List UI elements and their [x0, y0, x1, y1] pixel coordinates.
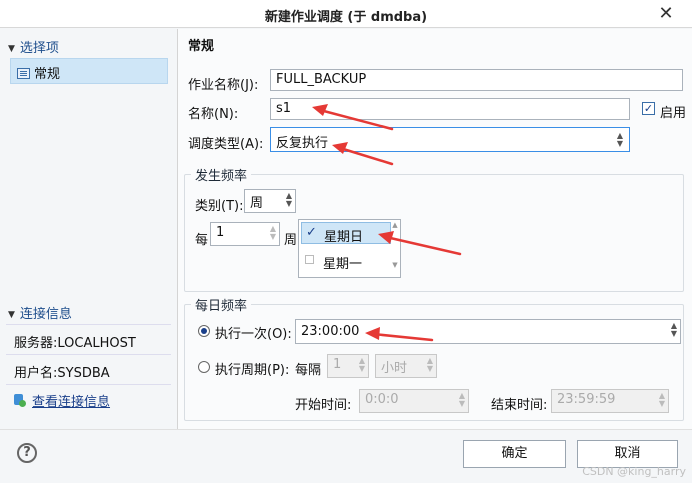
job-name-label: 作业名称(J):: [188, 78, 259, 93]
interval-input[interactable]: 1 ▲ ▼: [327, 354, 369, 378]
daily-frequency-group: 每日频率 执行一次(O): 23:00:00 ▲ ▼ 执行周期(P): 每隔 1 …: [184, 295, 684, 421]
view-connection-row[interactable]: 查看连接信息: [14, 391, 110, 410]
collapse-icon[interactable]: ▼: [8, 310, 15, 320]
period-label: 执行周期(P):: [215, 363, 290, 378]
once-label: 执行一次(O):: [215, 327, 292, 342]
divider: [6, 384, 171, 385]
spinner-icon[interactable]: ▲ ▼: [671, 322, 677, 338]
schedule-type-value: 反复执行: [276, 136, 329, 151]
spinner-icon[interactable]: ▲ ▼: [286, 192, 292, 208]
sidebar-item-general[interactable]: 常规: [10, 58, 168, 84]
collapse-icon[interactable]: ▼: [8, 44, 15, 54]
options-header-label: 选择项: [19, 41, 59, 56]
start-time-input[interactable]: 0:0:0 ▲ ▼: [359, 389, 469, 413]
end-time-value: 23:59:59: [557, 392, 616, 407]
database-icon: [14, 394, 26, 408]
sidebar-item-label: 常规: [34, 67, 61, 82]
every-input[interactable]: 1 ▲ ▼: [210, 222, 280, 246]
end-time-label: 结束时间:: [491, 398, 548, 413]
divider: [6, 324, 171, 325]
window-title: 新建作业调度 (于 dmdba): [264, 10, 428, 25]
enable-checkbox[interactable]: ✓: [642, 102, 655, 115]
weekday-label: 星期一: [323, 257, 363, 272]
checkmark-icon: ✓: [643, 102, 654, 115]
once-time-value: 23:00:00: [301, 324, 360, 339]
weekday-list[interactable]: ✓ 星期日 星期一 ▲ ▼: [298, 219, 401, 278]
daily-frequency-group-title: 每日频率: [191, 295, 252, 314]
section-title: 常规: [188, 39, 215, 54]
user-info: 用户名:SYSDBA: [14, 366, 110, 381]
name-label: 名称(N):: [188, 107, 239, 122]
spinner-icon[interactable]: ▲ ▼: [659, 392, 665, 408]
title-bar: 新建作业调度 (于 dmdba) ✕: [0, 0, 692, 28]
end-time-input[interactable]: 23:59:59 ▲ ▼: [551, 389, 669, 413]
spinner-icon[interactable]: ▲ ▼: [359, 357, 365, 373]
start-time-label: 开始时间:: [295, 398, 352, 413]
checkbox[interactable]: [305, 255, 314, 264]
list-item[interactable]: 星期一: [301, 250, 391, 272]
job-name-input[interactable]: FULL_BACKUP: [270, 69, 683, 91]
frequency-group: 发生频率 类别(T): 周 ▲ ▼ 每 1 ▲ ▼ 周 ✓ 星期日 星期一 ▲ ▼: [184, 165, 684, 292]
help-icon[interactable]: ?: [17, 443, 37, 463]
period-radio[interactable]: [198, 361, 210, 373]
checkmark-icon[interactable]: ✓: [306, 225, 317, 240]
list-item[interactable]: ✓ 星期日: [301, 222, 391, 245]
once-radio[interactable]: [198, 325, 210, 337]
list-scrollbar[interactable]: ▲ ▼: [391, 221, 399, 276]
interval-value: 1: [333, 357, 342, 372]
interval-unit-value: 小时: [381, 361, 408, 376]
interval-unit-select[interactable]: 小时 ▲ ▼: [375, 354, 437, 378]
ok-button[interactable]: 确定: [463, 440, 566, 468]
watermark: CSDN @king_harry: [582, 465, 686, 478]
start-time-value: 0:0:0: [365, 392, 399, 407]
every-value: 1: [216, 225, 225, 240]
server-info: 服务器:LOCALHOST: [14, 336, 136, 351]
spinner-icon[interactable]: ▲ ▼: [617, 132, 623, 148]
enable-label: 启用: [660, 106, 687, 121]
schedule-type-select[interactable]: 反复执行 ▲ ▼: [270, 127, 630, 152]
once-time-input[interactable]: 23:00:00 ▲ ▼: [295, 319, 681, 344]
interval-label: 每隔: [295, 363, 322, 378]
spinner-icon[interactable]: ▲ ▼: [459, 392, 465, 408]
connection-header-label: 连接信息: [19, 307, 72, 322]
schedule-type-label: 调度类型(A):: [188, 137, 264, 152]
close-icon[interactable]: ✕: [656, 3, 676, 24]
sidebar: ▼ 选择项 常规 ▼ 连接信息 服务器:LOCALHOST 用户名:SYSDBA 查…: [0, 29, 177, 429]
frequency-type-value: 周: [250, 196, 264, 211]
form-icon: [17, 68, 30, 79]
divider: [6, 354, 171, 355]
button-bar: ? 确定 取消 CSDN @king_harry: [0, 429, 692, 483]
spinner-icon[interactable]: ▲ ▼: [270, 225, 276, 241]
view-connection-link[interactable]: 查看连接信息: [32, 395, 110, 410]
frequency-type-label: 类别(T):: [195, 199, 244, 214]
spinner-icon[interactable]: ▲ ▼: [427, 357, 433, 373]
name-input[interactable]: s1: [270, 98, 630, 120]
connection-header[interactable]: ▼ 连接信息: [8, 303, 72, 322]
frequency-type-select[interactable]: 周 ▲ ▼: [244, 189, 296, 213]
cancel-button[interactable]: 取消: [577, 440, 678, 468]
every-unit-label: 周: [284, 233, 298, 248]
options-header[interactable]: ▼ 选择项: [8, 37, 59, 56]
weekday-label: 星期日: [324, 230, 364, 245]
every-label: 每: [195, 233, 209, 248]
main-panel: 常规 作业名称(J): FULL_BACKUP 名称(N): s1 ✓ 启用 调…: [178, 29, 692, 429]
frequency-group-title: 发生频率: [191, 165, 252, 184]
